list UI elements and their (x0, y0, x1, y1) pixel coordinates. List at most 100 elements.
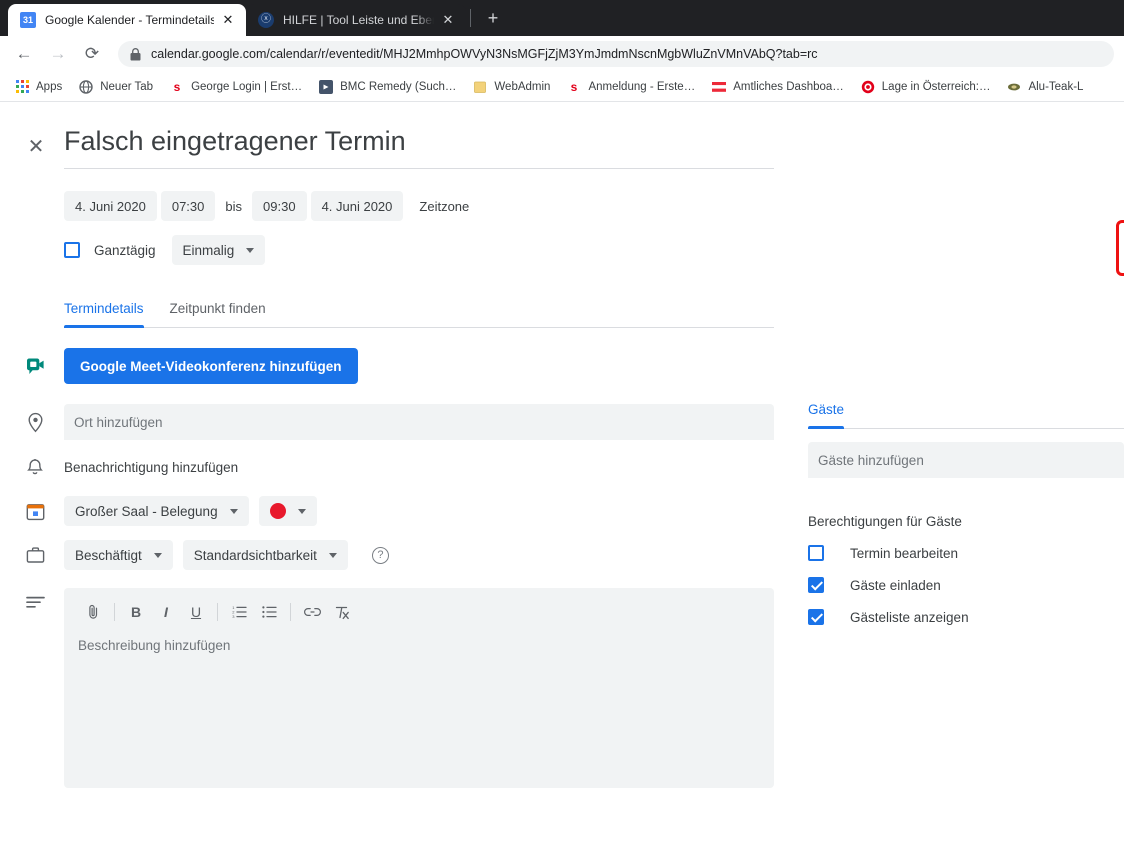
chevron-down-icon (297, 508, 306, 514)
tab-title: Google Kalender - Termindetails (45, 13, 214, 27)
tab-close-icon[interactable]: ✕ (440, 12, 456, 28)
location-input[interactable]: Ort hinzufügen (64, 404, 774, 440)
google-meet-icon (22, 356, 48, 377)
bookmark-apps[interactable]: Apps (6, 75, 70, 99)
browser-tab-hilfe[interactable]: ⓧ HILFE | Tool Leiste und Ebenen Fe ✕ (246, 4, 466, 36)
start-date-field[interactable]: 4. Juni 2020 (64, 191, 157, 221)
reload-icon[interactable]: ⟳ (78, 40, 106, 68)
tab-close-icon[interactable]: ✕ (220, 12, 236, 28)
numbered-list-icon[interactable]: 123 (224, 598, 254, 626)
toolbar-divider (114, 603, 115, 621)
bmc-play-icon (318, 79, 334, 95)
description-lines-icon (22, 596, 48, 609)
color-select[interactable] (258, 496, 317, 526)
end-date-field[interactable]: 4. Juni 2020 (310, 191, 404, 221)
chevron-down-icon (229, 508, 238, 514)
allday-checkbox[interactable] (64, 242, 80, 258)
underline-icon[interactable]: U (181, 598, 211, 626)
start-time-field[interactable]: 07:30 (160, 191, 216, 221)
guests-tabs: Gäste (808, 402, 1124, 429)
bookmark-anmeldung[interactable]: s Anmeldung - Erste… (558, 75, 703, 99)
bookmark-amtliches-dashboard[interactable]: Amtliches Dashboa… (703, 75, 852, 99)
recurrence-dropdown[interactable]: Einmalig (171, 235, 266, 265)
globe-icon (78, 79, 94, 95)
url-text: calendar.google.com/calendar/r/eventedit… (151, 47, 818, 61)
bold-icon[interactable]: B (121, 598, 151, 626)
permission-checkbox-seelist[interactable] (808, 609, 824, 625)
bookmark-label: Neuer Tab (100, 80, 154, 93)
location-pin-icon (22, 412, 48, 433)
bookmark-alu-teak[interactable]: Alu-Teak-L (998, 75, 1091, 99)
lock-icon (130, 47, 141, 60)
link-icon[interactable] (297, 598, 327, 626)
guests-panel: Gäste hinzufügen Berechtigungen für Gäst… (808, 442, 1124, 625)
bookmark-label: Anmeldung - Erste… (588, 80, 696, 93)
tab-strip: 31 Google Kalender - Termindetails ✕ ⓧ H… (0, 0, 1124, 36)
permission-checkbox-edit[interactable] (808, 545, 824, 561)
tab-termindetails[interactable]: Termindetails (64, 301, 144, 328)
bookmark-label: Alu-Teak-L (1028, 80, 1084, 93)
tab-zeitpunkt-finden[interactable]: Zeitpunkt finden (170, 301, 266, 327)
calendar-name: Großer Saal - Belegung (75, 503, 218, 519)
apps-grid-icon (14, 79, 30, 95)
chevron-down-icon (246, 247, 255, 253)
event-header: ✕ Falsch eingetragener Termin (0, 102, 1124, 169)
bullet-list-icon[interactable] (254, 598, 284, 626)
help-icon[interactable]: ? (371, 546, 389, 564)
bookmark-george-login[interactable]: s George Login | Erst… (161, 75, 310, 99)
clear-format-icon[interactable] (327, 598, 357, 626)
austria-flag-icon (711, 79, 727, 95)
calendar-31-icon: 31 (20, 12, 36, 28)
bookmark-lage-oesterreich[interactable]: Lage in Österreich:… (852, 75, 999, 99)
guest-permissions-title: Berechtigungen für Gäste (808, 514, 962, 529)
add-guests-input[interactable]: Gäste hinzufügen (808, 442, 1124, 478)
sparkasse-s-icon: s (566, 79, 582, 95)
bookmarks-bar: Apps Neuer Tab s George Login | Erst… BM… (0, 72, 1124, 102)
bookmark-label: Apps (36, 80, 63, 93)
allday-label: Ganztägig (94, 242, 156, 258)
tab-gaeste[interactable]: Gäste (808, 402, 845, 429)
browser-tab-calendar[interactable]: 31 Google Kalender - Termindetails ✕ (8, 4, 246, 36)
add-google-meet-button[interactable]: Google Meet-Videokonferenz hinzufügen (64, 348, 358, 384)
briefcase-icon (22, 546, 48, 564)
address-bar[interactable]: calendar.google.com/calendar/r/eventedit… (118, 41, 1114, 67)
end-time-field[interactable]: 09:30 (252, 191, 307, 221)
forward-icon[interactable]: → (44, 40, 72, 68)
timezone-button[interactable]: Zeitzone (419, 199, 469, 214)
datetime-row: 4. Juni 2020 07:30 bis 09:30 4. Juni 202… (64, 191, 1124, 221)
browser-chrome: 31 Google Kalender - Termindetails ✕ ⓧ H… (0, 0, 1124, 102)
calendar-select[interactable]: Großer Saal - Belegung (64, 496, 249, 526)
italic-icon[interactable]: I (151, 598, 181, 626)
permission-row-seelist: Gästeliste anzeigen (808, 609, 1124, 625)
bookmark-bmc-remedy[interactable]: BMC Remedy (Such… (310, 75, 464, 99)
meet-row: Google Meet-Videokonferenz hinzufügen (22, 348, 1124, 384)
allday-row: Ganztägig Einmalig (64, 235, 1124, 265)
help-circle-icon: ⓧ (258, 12, 274, 28)
tab-title: HILFE | Tool Leiste und Ebenen Fe (283, 13, 434, 27)
attach-icon[interactable] (78, 598, 108, 626)
bookmark-neuer-tab[interactable]: Neuer Tab (70, 75, 161, 99)
permission-row-edit: Termin bearbeiten (808, 545, 1124, 561)
busy-label: Beschäftigt (75, 547, 142, 563)
svg-text:s: s (174, 80, 181, 94)
description-box[interactable]: B I U 123 Beschreibung hinzufügen (64, 588, 774, 788)
bookmark-label: Lage in Österreich:… (881, 80, 991, 93)
toolbar-divider (290, 603, 291, 621)
back-icon[interactable]: ← (10, 40, 38, 68)
busy-select[interactable]: Beschäftigt (64, 540, 173, 570)
bookmark-label: WebAdmin (494, 80, 551, 93)
tab-divider (470, 9, 471, 27)
new-tab-button[interactable]: + (479, 4, 507, 32)
description-toolbar: B I U 123 (64, 596, 774, 628)
visibility-select[interactable]: Standardsichtbarkeit (182, 540, 348, 570)
add-notification-button[interactable]: Benachrichtigung hinzufügen (64, 460, 238, 475)
close-icon[interactable]: ✕ (22, 132, 50, 160)
datetime-separator: bis (225, 198, 243, 214)
svg-text:s: s (571, 80, 578, 94)
recurrence-label: Einmalig (182, 242, 235, 258)
permission-checkbox-invite[interactable] (808, 577, 824, 593)
bookmark-webadmin[interactable]: WebAdmin (464, 75, 558, 99)
calendar-icon (22, 502, 48, 521)
event-title-input[interactable]: Falsch eingetragener Termin (64, 124, 774, 168)
description-placeholder[interactable]: Beschreibung hinzufügen (64, 628, 774, 663)
